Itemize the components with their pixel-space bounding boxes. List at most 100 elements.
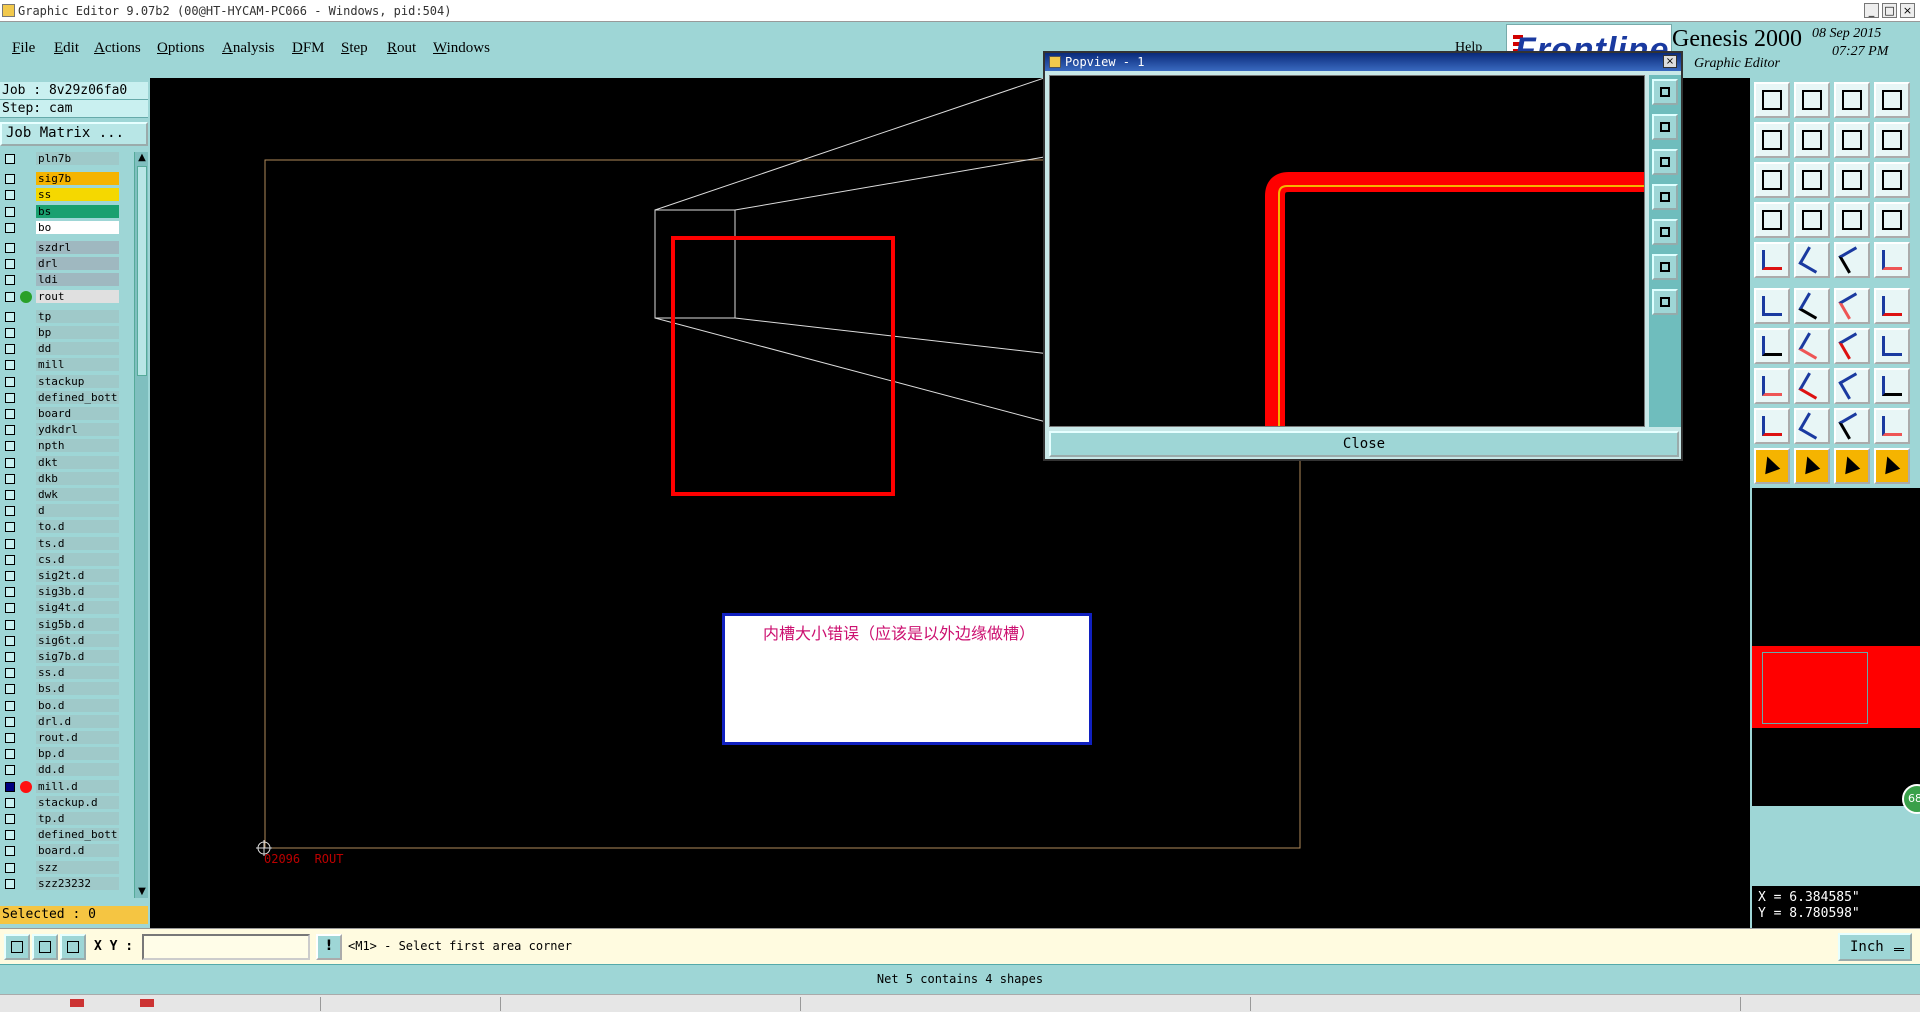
maximize-button[interactable]: □: [1882, 3, 1897, 18]
cross-icon[interactable]: [1794, 288, 1830, 324]
layout-icon[interactable]: [1874, 82, 1910, 118]
rotate-icon[interactable]: [1834, 448, 1870, 484]
copy-icon[interactable]: [1874, 368, 1910, 404]
layer-row[interactable]: sig6t.d: [0, 633, 120, 648]
layer-checkbox[interactable]: [5, 716, 15, 727]
help-icon[interactable]: [1874, 162, 1910, 198]
popview-tool-icon[interactable]: [1652, 149, 1678, 175]
layer-name[interactable]: defined_bott: [36, 390, 119, 404]
taskbar-app-icon[interactable]: [140, 999, 154, 1007]
layer-checkbox[interactable]: [5, 733, 15, 743]
filter-icon[interactable]: [1754, 202, 1790, 238]
popview-tool-icon[interactable]: [1652, 254, 1678, 280]
layer-top-icon[interactable]: [1754, 82, 1790, 118]
layer-checkbox[interactable]: [5, 190, 15, 201]
layer-checkbox[interactable]: [5, 554, 15, 565]
layer-row[interactable]: sig4t.d: [0, 601, 120, 615]
layer-name[interactable]: sig6t.d: [36, 633, 119, 647]
units-dropdown[interactable]: Inch: [1838, 933, 1912, 961]
layer-checkbox[interactable]: [5, 571, 15, 581]
layer-row[interactable]: d: [0, 504, 120, 518]
layer-name[interactable]: mill: [36, 358, 119, 372]
layer-row[interactable]: rout.d: [0, 731, 120, 745]
layer-checkbox[interactable]: [5, 814, 15, 824]
layer-name[interactable]: drl.d: [36, 714, 119, 728]
layer-name[interactable]: sig7b: [36, 172, 119, 186]
minimize-button[interactable]: _: [1864, 3, 1879, 18]
layer-row[interactable]: defined_bott: [0, 390, 120, 405]
layer-row[interactable]: dkt: [0, 455, 120, 470]
layer-checkbox[interactable]: [5, 311, 15, 322]
menu-analysis[interactable]: Analysis: [222, 40, 275, 57]
layer-row[interactable]: bs.d: [0, 682, 120, 696]
layer-name[interactable]: ss: [36, 188, 119, 202]
select-mode-icon[interactable]: [4, 934, 30, 960]
layer-row[interactable]: drl: [0, 257, 120, 271]
menu-file[interactable]: File: [12, 40, 35, 57]
layer-checkbox[interactable]: [5, 392, 15, 403]
popview-tool-icon[interactable]: [1652, 289, 1678, 315]
layer-checkbox[interactable]: [5, 473, 15, 484]
pan-icon[interactable]: [1874, 448, 1910, 484]
layer-name[interactable]: stackup.d: [36, 795, 119, 809]
layer-name[interactable]: rout: [36, 289, 119, 303]
menu-step[interactable]: Step: [341, 40, 368, 57]
layer-row[interactable]: bo.d: [0, 698, 120, 713]
polygon-icon[interactable]: [1794, 408, 1830, 444]
layer-name[interactable]: tp.d: [36, 812, 119, 825]
layer-checkbox[interactable]: [5, 635, 15, 646]
layer-row[interactable]: to.d: [0, 520, 120, 534]
layer-checkbox[interactable]: [5, 291, 15, 302]
scroll-thumb[interactable]: [137, 166, 147, 376]
arch-icon[interactable]: [1834, 408, 1870, 444]
home-icon[interactable]: [1834, 82, 1870, 118]
layer-checkbox[interactable]: [5, 506, 15, 517]
layer-name[interactable]: sig4t.d: [36, 601, 119, 615]
layer-checkbox[interactable]: [5, 243, 15, 253]
pad-icon[interactable]: [1754, 242, 1790, 278]
nodes-icon[interactable]: [1754, 288, 1790, 324]
layer-name[interactable]: bs: [36, 204, 119, 218]
layer-row[interactable]: cs.d: [0, 552, 120, 567]
menu-actions[interactable]: Actions: [94, 40, 141, 57]
layer-name[interactable]: board.d: [36, 844, 119, 858]
layer-row[interactable]: sig5b.d: [0, 617, 120, 632]
move-right-icon[interactable]: [1794, 122, 1830, 158]
layer-row[interactable]: mill: [0, 358, 120, 372]
layer-checkbox[interactable]: [5, 652, 15, 662]
pointer-icon[interactable]: [1754, 448, 1790, 484]
layer-row[interactable]: dd: [0, 342, 120, 356]
popview-tool-icon[interactable]: [1652, 79, 1678, 105]
layer-checkbox[interactable]: [5, 587, 15, 598]
scroll-up-icon[interactable]: ▲: [136, 152, 148, 164]
layer-checkbox[interactable]: [5, 174, 15, 185]
layer-display-dot-icon[interactable]: [20, 290, 32, 303]
layer-row[interactable]: dd.d: [0, 763, 120, 777]
layer-checkbox[interactable]: [5, 409, 15, 419]
layer-checkbox[interactable]: [5, 668, 15, 679]
layer-row[interactable]: ss: [0, 188, 120, 202]
layer-name[interactable]: drl: [36, 257, 119, 271]
layer-row[interactable]: board.d: [0, 844, 120, 858]
move-left-icon[interactable]: [1754, 122, 1790, 158]
menu-dfm[interactable]: DFM: [292, 40, 325, 57]
ruler-icon[interactable]: [1834, 242, 1870, 278]
layer-name[interactable]: bo.d: [36, 698, 119, 712]
layer-checkbox[interactable]: [5, 490, 15, 500]
layer-checkbox[interactable]: [5, 328, 15, 338]
center-icon[interactable]: [1794, 162, 1830, 198]
layer-checkbox[interactable]: [5, 538, 15, 549]
layer-checkbox[interactable]: [5, 457, 15, 468]
close-window-button[interactable]: ×: [1900, 3, 1915, 18]
layer-checkbox[interactable]: [5, 862, 15, 873]
layer-row[interactable]: ss.d: [0, 666, 120, 680]
layer-name[interactable]: sig7b.d: [36, 650, 119, 663]
layer-row[interactable]: tp: [0, 309, 120, 324]
layer-checkbox[interactable]: [5, 425, 15, 436]
popview-canvas[interactable]: [1049, 75, 1645, 427]
layer-row[interactable]: board: [0, 407, 120, 421]
layer-name[interactable]: defined_bott: [36, 828, 119, 842]
layer-row[interactable]: defined_bott: [0, 828, 120, 842]
arc-icon[interactable]: [1834, 328, 1870, 364]
layer-name[interactable]: d: [36, 504, 119, 518]
